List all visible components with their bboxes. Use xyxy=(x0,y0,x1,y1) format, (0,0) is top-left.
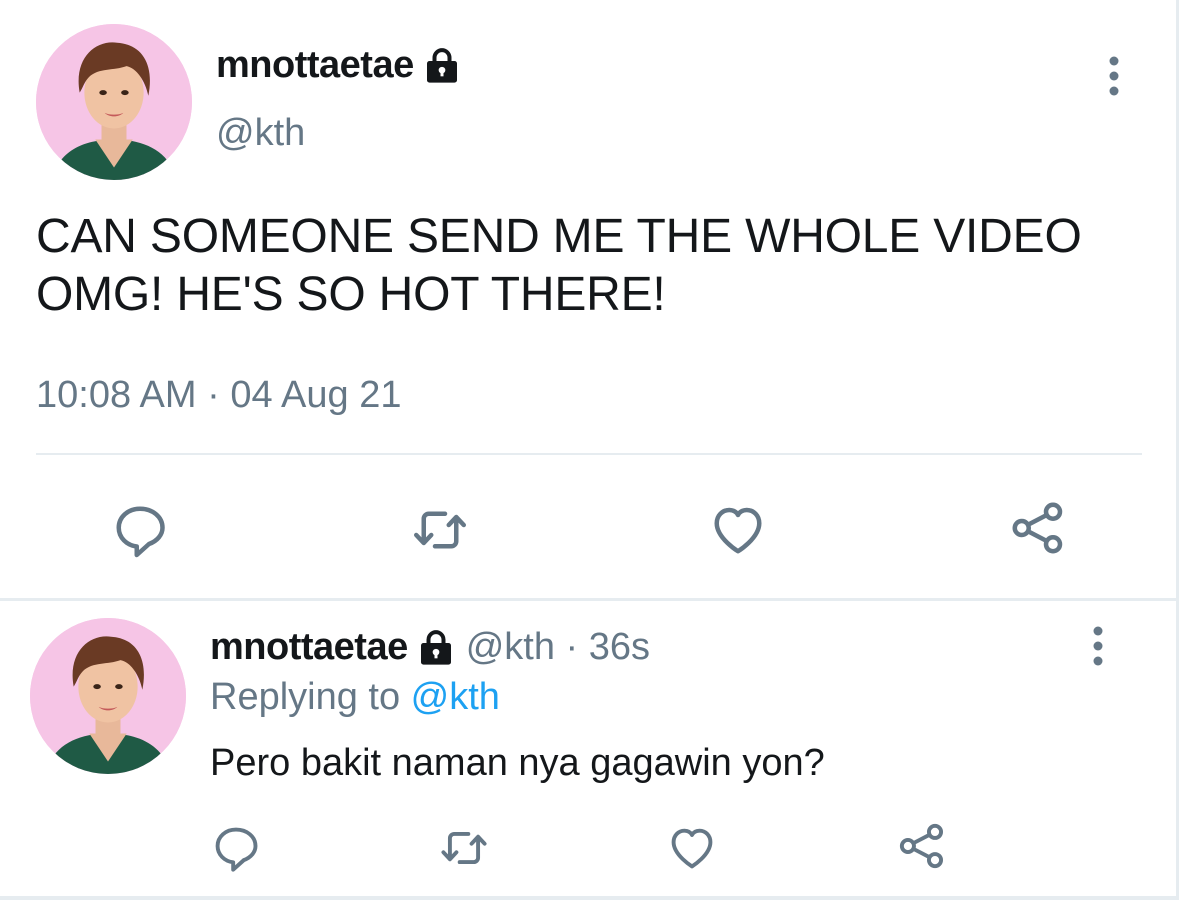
profile-photo-icon xyxy=(30,618,186,774)
main-tweet[interactable]: mnottaetae @kth CAN SOMEONE SEND ME THE … xyxy=(0,0,1179,598)
reply-button[interactable] xyxy=(110,500,170,560)
retweet-button[interactable] xyxy=(438,822,490,874)
reply-meta: @kth · 36s xyxy=(465,626,651,668)
reply-icon xyxy=(210,822,262,874)
profile-photo-icon xyxy=(36,24,192,180)
share-icon xyxy=(1008,498,1068,558)
lock-icon xyxy=(416,628,456,668)
replying-prefix: Replying to xyxy=(210,676,411,718)
reply-button[interactable] xyxy=(210,822,262,874)
avatar[interactable] xyxy=(36,24,192,180)
reply-display-name[interactable]: mnottaetae xyxy=(210,626,408,669)
share-button[interactable] xyxy=(896,820,948,872)
like-icon xyxy=(666,822,718,874)
reply-text: Pero bakit naman nya gagawin yon? xyxy=(210,742,825,784)
reply-icon xyxy=(110,500,170,560)
retweet-button[interactable] xyxy=(410,500,470,560)
display-name[interactable]: mnottaetae xyxy=(216,44,462,87)
like-icon xyxy=(708,500,768,560)
tweet-text-line-1: CAN SOMEONE SEND ME THE WHOLE VIDEO xyxy=(36,210,1082,263)
divider xyxy=(36,453,1142,455)
more-options-icon[interactable] xyxy=(1092,626,1104,666)
replying-mention-link[interactable]: @kth xyxy=(411,676,500,718)
tweet-text-line-2: OMG! HE'S SO HOT THERE! xyxy=(36,268,666,321)
reply-header: mnottaetae @kth · 36s xyxy=(210,626,650,669)
tweet-timestamp[interactable]: 10:08 AM · 04 Aug 21 xyxy=(36,374,402,417)
display-name-text: mnottaetae xyxy=(216,44,414,86)
lock-icon xyxy=(422,46,462,86)
tweet-separator xyxy=(0,598,1179,601)
like-button[interactable] xyxy=(666,822,718,874)
share-button[interactable] xyxy=(1008,498,1068,558)
user-handle[interactable]: @kth xyxy=(216,112,305,155)
more-options-icon[interactable] xyxy=(1108,56,1120,96)
bottom-border xyxy=(0,896,1179,900)
tweet-text: CAN SOMEONE SEND ME THE WHOLE VIDEO OMG!… xyxy=(36,208,1146,324)
like-button[interactable] xyxy=(708,500,768,560)
retweet-icon xyxy=(410,500,470,560)
replying-to: Replying to @kth xyxy=(210,676,500,719)
reply-avatar[interactable] xyxy=(30,618,186,774)
share-icon xyxy=(896,820,948,872)
retweet-icon xyxy=(438,822,490,874)
